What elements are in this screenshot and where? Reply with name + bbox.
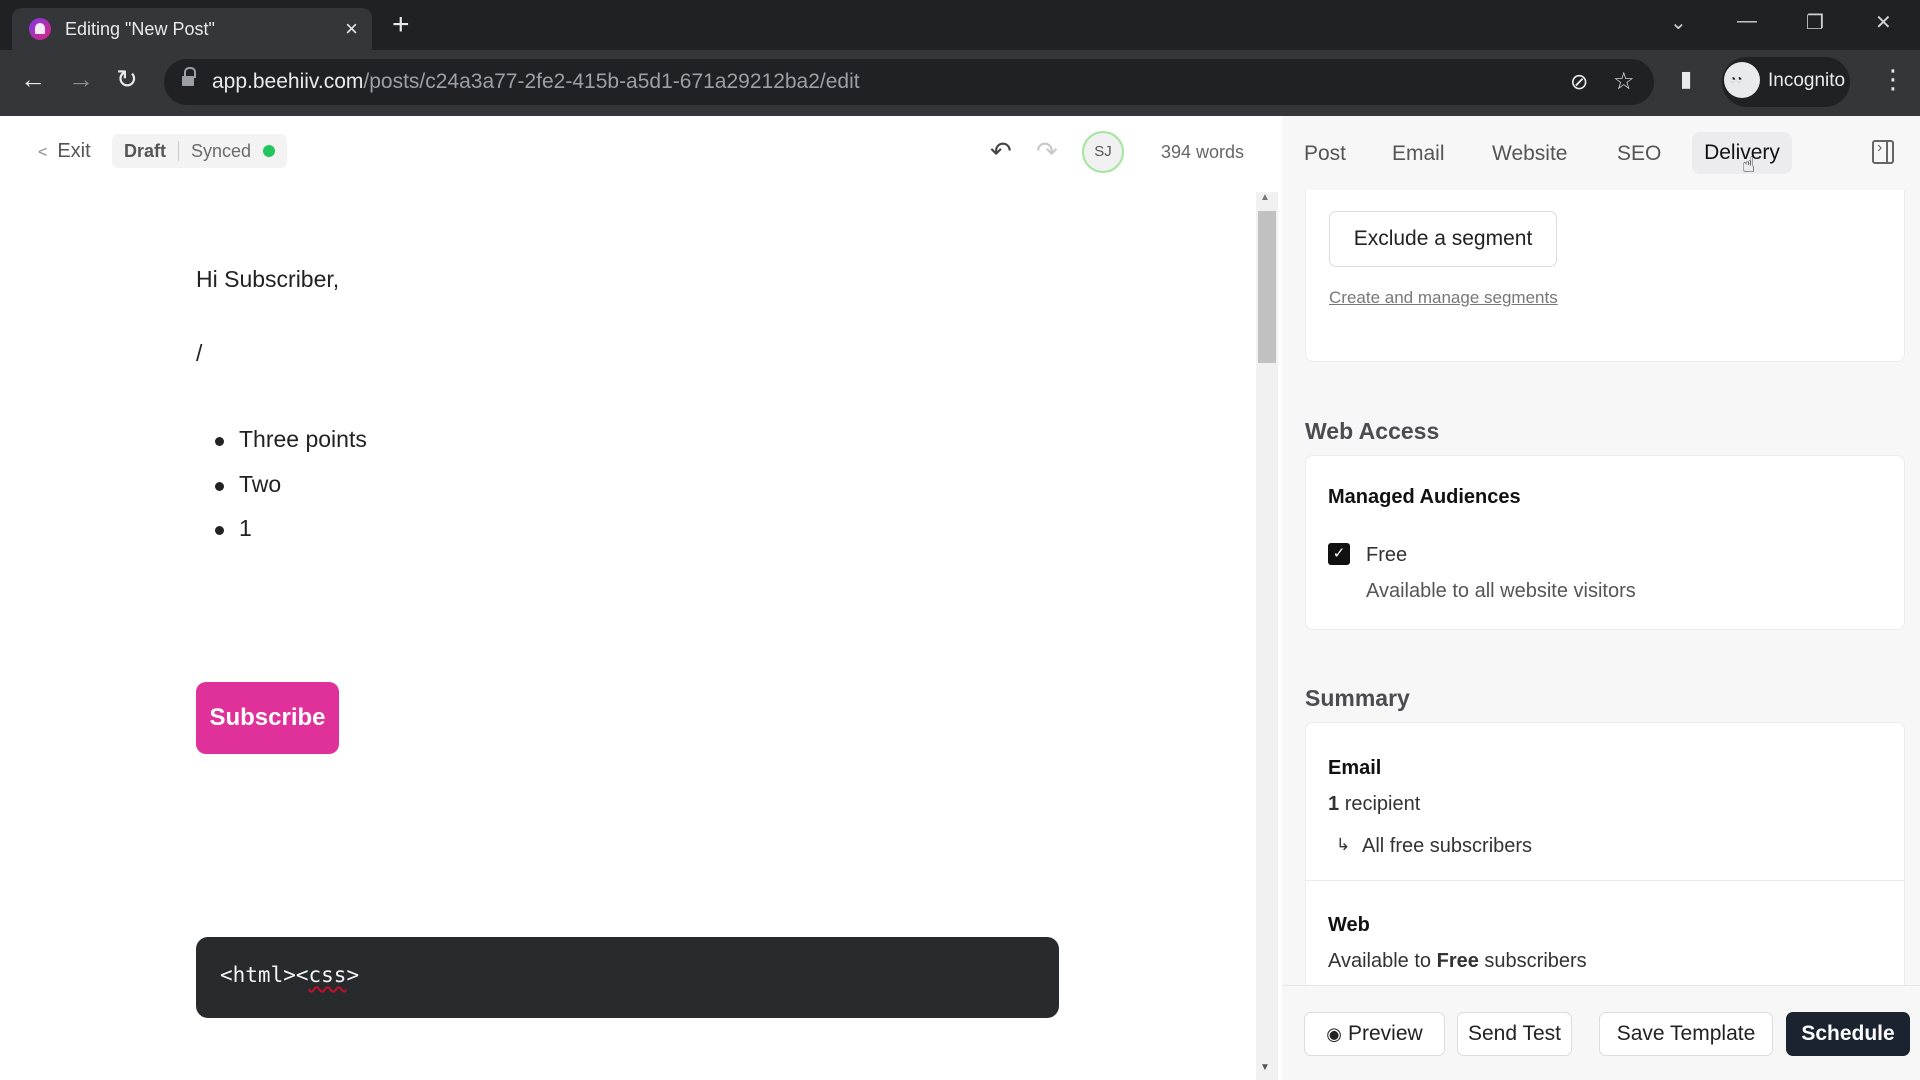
bullet-icon — [215, 437, 224, 446]
side-panel-icon[interactable]: ▮ — [1680, 64, 1692, 94]
list-item[interactable]: Three points — [239, 426, 367, 453]
scrollbar-thumb[interactable] — [1258, 211, 1276, 363]
exclude-segment-button[interactable]: Exclude a segment — [1329, 211, 1557, 267]
browser-tab-strip: Editing "New Post" × + ⌄ — ❐ ✕ — [0, 0, 1920, 50]
tab-email[interactable]: Email — [1392, 142, 1445, 166]
incognito-profile[interactable]: Incognito — [1722, 57, 1850, 107]
recipient-count: 1 recipient — [1328, 793, 1421, 815]
bookmark-star-icon[interactable]: ☆ — [1613, 67, 1635, 96]
restore-icon[interactable]: ❐ — [1806, 10, 1824, 35]
incognito-icon — [1724, 62, 1760, 98]
email-audience: All free subscribers — [1362, 835, 1533, 857]
tab-search-icon[interactable]: ⌄ — [1670, 10, 1687, 35]
synced-label: Synced — [191, 140, 252, 161]
web-access-card: Managed Audiences ✓ Free Available to al… — [1305, 455, 1905, 630]
greeting-paragraph[interactable]: Hi Subscriber, — [196, 266, 339, 293]
forward-icon[interactable]: → — [68, 64, 94, 94]
back-icon[interactable]: ← — [20, 64, 46, 94]
summary-card: Email 1 recipient ↳ All free subscribers… — [1305, 722, 1905, 987]
summary-heading: Summary — [1305, 685, 1410, 711]
collapse-panel-icon[interactable] — [1872, 139, 1894, 164]
bullet-icon — [215, 482, 224, 491]
hand-cursor-icon: ☝ — [1742, 152, 1756, 177]
tab-seo[interactable]: SEO — [1617, 142, 1661, 166]
bullet-icon — [215, 526, 224, 535]
settings-panel: Post Email Website SEO Delivery Exclude … — [1282, 116, 1920, 1080]
synced-dot-icon — [263, 145, 276, 157]
slash-command-paragraph[interactable]: / — [196, 340, 202, 367]
post-editor: < Exit Draft Synced ↶ ↷ SJ 394 words Hi S… — [0, 116, 1282, 1080]
manage-segments-link[interactable]: Create and manage segments — [1329, 288, 1558, 308]
schedule-button[interactable]: Schedule — [1786, 1012, 1910, 1056]
send-test-button[interactable]: Send Test — [1457, 1012, 1572, 1056]
divider — [178, 141, 180, 161]
incognito-label: Incognito — [1768, 70, 1846, 91]
managed-audiences-label: Managed Audiences — [1328, 486, 1521, 508]
browser-toolbar: ← → ↻ app.beehiiv.com/posts/c24a3a77-2fe… — [0, 50, 1920, 116]
beehiiv-favicon-icon — [29, 18, 51, 40]
browser-menu-icon[interactable]: ⋮ — [1880, 64, 1906, 94]
lock-icon — [182, 67, 196, 87]
address-bar[interactable]: app.beehiiv.com/posts/c24a3a77-2fe2-415b… — [164, 59, 1654, 105]
preview-button[interactable]: ◉ Preview — [1304, 1012, 1445, 1056]
undo-icon[interactable]: ↶ — [990, 136, 1012, 167]
list-item[interactable]: 1 — [239, 515, 252, 542]
draft-label: Draft — [124, 140, 167, 161]
tab-title: Editing "New Post" — [65, 19, 215, 39]
tab-website[interactable]: Website — [1492, 142, 1567, 166]
subscribe-button[interactable]: Subscribe — [196, 682, 339, 754]
web-availability: Available to Free subscribers — [1328, 950, 1587, 972]
web-access-heading: Web Access — [1305, 418, 1440, 444]
subdirectory-arrow-icon: ↳ — [1336, 835, 1351, 854]
redo-icon[interactable]: ↷ — [1036, 136, 1058, 167]
new-tab-icon[interactable]: + — [392, 8, 410, 42]
scroll-down-arrow-icon[interactable]: ▼ — [1260, 1062, 1270, 1073]
reload-icon[interactable]: ↻ — [116, 64, 138, 94]
save-template-button[interactable]: Save Template — [1599, 1012, 1773, 1056]
eye-icon: ◉ — [1326, 1024, 1342, 1044]
window-close-icon[interactable]: ✕ — [1875, 10, 1892, 35]
scroll-up-arrow-icon[interactable]: ▲ — [1260, 192, 1270, 203]
exit-button[interactable]: < Exit — [38, 140, 91, 163]
code-text: <html><css> — [220, 963, 360, 987]
list-item[interactable]: Two — [239, 471, 281, 498]
minimize-icon[interactable]: — — [1737, 10, 1757, 33]
divider — [1306, 880, 1904, 881]
code-block[interactable]: <html><css> — [196, 937, 1059, 1018]
eye-off-icon[interactable]: ⊘ — [1570, 69, 1588, 95]
url-text[interactable]: app.beehiiv.com/posts/c24a3a77-2fe2-415b… — [212, 70, 860, 94]
status-badge: Draft Synced — [112, 134, 288, 168]
misspelled-word: css — [308, 963, 347, 987]
browser-tab[interactable]: Editing "New Post" × — [12, 8, 372, 50]
free-checkbox[interactable]: ✓ — [1328, 543, 1350, 565]
chevron-left-icon: < — [38, 144, 48, 161]
word-count: 394 words — [1161, 142, 1245, 162]
summary-web-label: Web — [1328, 914, 1370, 936]
tab-post[interactable]: Post — [1304, 142, 1346, 166]
action-bar: ◉ Preview Send Test Save Template Schedul… — [1282, 985, 1920, 1080]
segments-card: Exclude a segment Create and manage segm… — [1305, 190, 1905, 362]
free-option-label[interactable]: Free — [1366, 544, 1407, 567]
free-option-description: Available to all website visitors — [1366, 580, 1636, 602]
tab-close-icon[interactable]: × — [345, 16, 358, 42]
avatar[interactable]: SJ — [1082, 131, 1124, 173]
summary-email-label: Email — [1328, 757, 1382, 779]
